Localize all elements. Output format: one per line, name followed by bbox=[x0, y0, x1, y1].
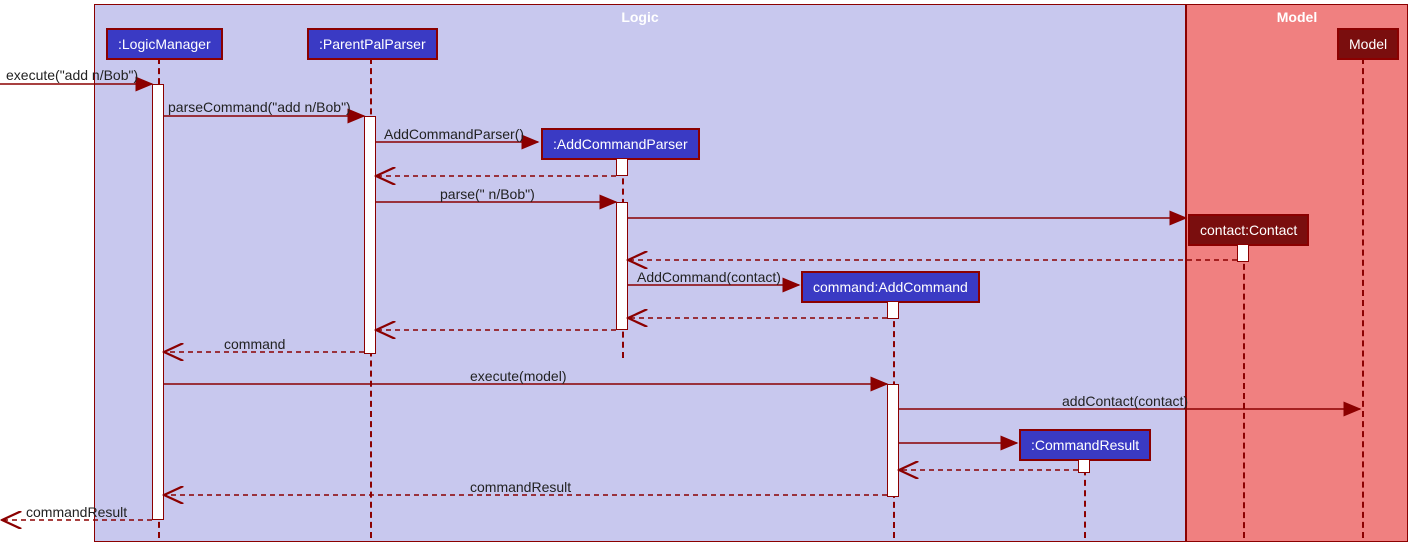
msg-add-contact: addContact(contact) bbox=[1062, 393, 1188, 409]
participant-addcommand-parser: :AddCommandParser bbox=[541, 128, 700, 160]
activation-addcommand-parser-2 bbox=[616, 202, 628, 330]
activation-addcommand-2 bbox=[887, 384, 899, 497]
msg-addcommand-ctor: AddCommand(contact) bbox=[637, 269, 781, 285]
msg-parse-command: parseCommand("add n/Bob") bbox=[168, 99, 351, 115]
activation-logic-manager bbox=[152, 84, 164, 520]
msg-execute-model: execute(model) bbox=[470, 368, 567, 384]
activation-contact bbox=[1237, 244, 1249, 262]
region-model: Model bbox=[1186, 4, 1408, 542]
msg-commandresult: commandResult bbox=[470, 479, 571, 495]
msg-commandresult-out: commandResult bbox=[26, 504, 127, 520]
lifeline-model bbox=[1362, 58, 1364, 538]
msg-parse: parse(" n/Bob") bbox=[440, 186, 535, 202]
region-model-title: Model bbox=[1269, 5, 1325, 29]
lifeline-contact bbox=[1243, 244, 1245, 538]
activation-commandresult bbox=[1078, 459, 1090, 473]
participant-model-head: Model bbox=[1337, 28, 1399, 60]
msg-addcommandparser-ctor: AddCommandParser() bbox=[384, 126, 524, 142]
activation-addcommand-parser-1 bbox=[616, 158, 628, 176]
participant-contact: contact:Contact bbox=[1188, 214, 1309, 246]
participant-commandresult: :CommandResult bbox=[1019, 429, 1151, 461]
participant-parentpal-parser: :ParentPalParser bbox=[307, 28, 438, 60]
msg-command: command bbox=[224, 336, 285, 352]
msg-execute-1: execute("add n/Bob") bbox=[6, 67, 138, 83]
region-logic-title: Logic bbox=[613, 5, 666, 29]
participant-logic-manager: :LogicManager bbox=[106, 28, 223, 60]
participant-addcommand: command:AddCommand bbox=[801, 271, 980, 303]
activation-addcommand-1 bbox=[887, 301, 899, 319]
activation-parentpal-parser bbox=[364, 116, 376, 354]
